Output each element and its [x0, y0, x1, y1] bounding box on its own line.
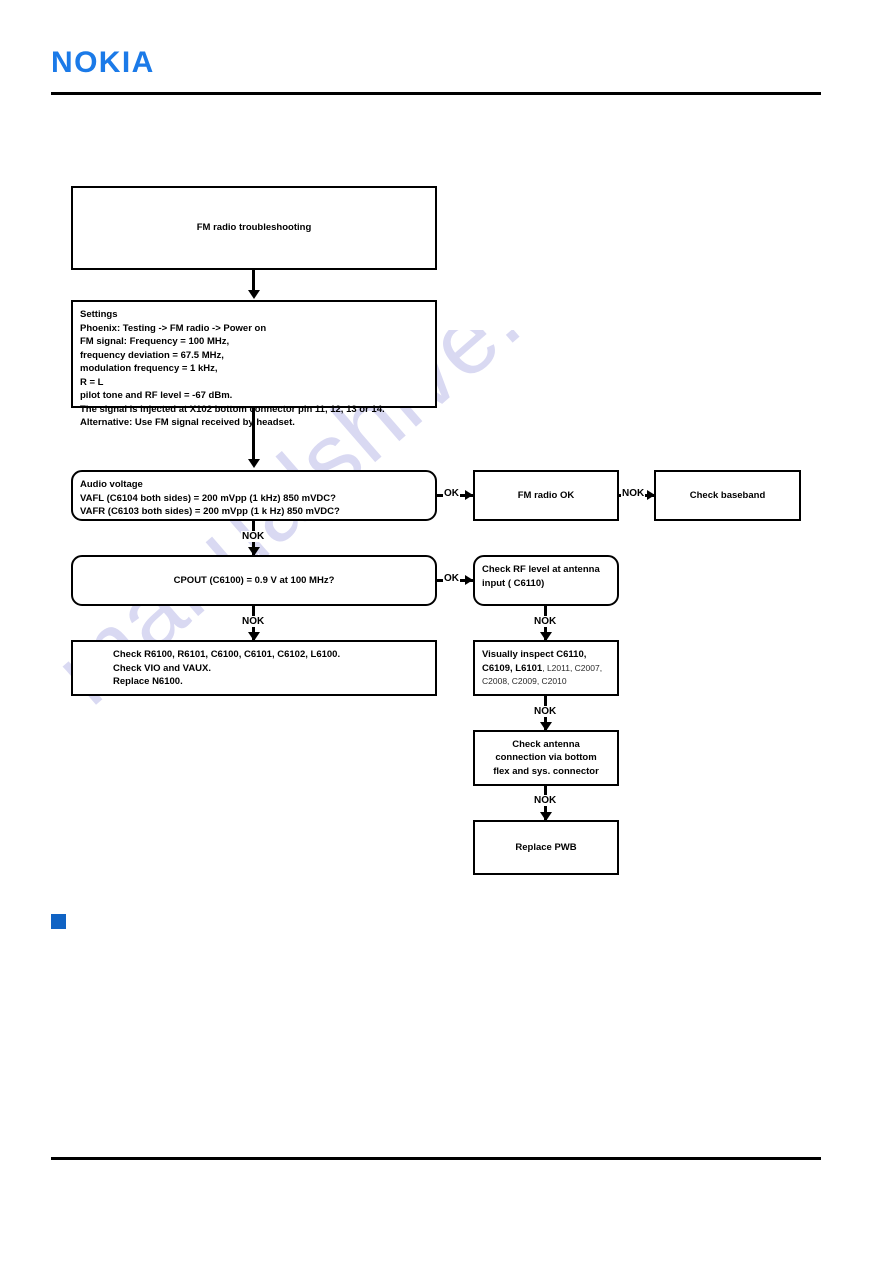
node-settings: Settings Phoenix: Testing -> FM radio ->…	[71, 300, 437, 428]
footer-rule	[51, 1157, 821, 1160]
edge-label-ok-audio: OK	[443, 488, 460, 499]
node-fm-radio-ok-label: FM radio OK	[517, 489, 575, 501]
check-components-line-2: Replace N6100.	[113, 676, 183, 687]
node-cpout-label: CPOUT (C6100) = 0.9 V at 100 MHz?	[173, 574, 335, 586]
edge-label-nok-antenna: NOK	[533, 795, 558, 806]
connector-start-to-settings	[252, 270, 255, 292]
settings-line-6: pilot tone and RF level = -67 dBm.	[80, 390, 233, 401]
settings-line-0: Settings	[80, 309, 118, 320]
check-rf-line-0: Check RF level at antenna	[482, 564, 600, 575]
check-antenna-line-0: Check antenna	[512, 738, 580, 750]
check-components-line-1: Check VIO and VAUX.	[113, 662, 212, 674]
arrow-cpout-to-rf	[465, 575, 473, 585]
arrow-settings-to-audio	[248, 459, 260, 468]
settings-line-3: frequency deviation = 67.5 MHz,	[80, 349, 224, 361]
edge-label-nok-cpout: NOK	[241, 616, 266, 627]
audio-voltage-line-1: VAFL (C6104 both sides) = 200 mVpp (1 kH…	[80, 492, 336, 504]
check-components-line-0: Check R6100, R6101, C6100, C6101, C6102,…	[113, 649, 341, 660]
visual-inspect-dim-last: C2008, C2009, C2010	[482, 676, 567, 686]
node-check-baseband: Check baseband	[654, 470, 801, 521]
header-rule	[51, 92, 821, 95]
check-antenna-line-1: connection via bottom	[495, 752, 597, 764]
node-check-rf-level: Check RF level at antenna input ( C6110)	[473, 555, 619, 606]
node-fm-radio-ok: FM radio OK	[473, 470, 619, 521]
node-visually-inspect: Visually inspect C6110, C6109, L6101, L2…	[473, 640, 619, 696]
audio-voltage-line-0: Audio voltage	[80, 479, 143, 490]
node-cpout: CPOUT (C6100) = 0.9 V at 100 MHz?	[71, 555, 437, 606]
arrow-start-to-settings	[248, 290, 260, 299]
edge-label-nok-visual: NOK	[533, 706, 558, 717]
page-marker-square	[51, 914, 66, 929]
fm-radio-troubleshooting-flowchart: FM radio troubleshooting Settings Phoeni…	[0, 0, 893, 1263]
settings-line-1: Phoenix: Testing -> FM radio -> Power on	[80, 322, 267, 334]
settings-line-5: R = L	[80, 376, 104, 388]
node-fm-radio-troubleshooting: FM radio troubleshooting	[71, 186, 437, 270]
visual-inspect-dim-tail: , L2011, C2007,	[542, 662, 603, 673]
edge-label-nok-fmok: NOK	[621, 488, 646, 499]
check-antenna-line-2: flex and sys. connector	[493, 765, 599, 777]
settings-line-4: modulation frequency = 1 kHz,	[80, 363, 218, 374]
edge-label-nok-audio: NOK	[241, 531, 266, 542]
node-check-components: Check R6100, R6101, C6100, C6101, C6102,…	[71, 640, 437, 696]
node-replace-pwb-label: Replace PWB	[515, 841, 577, 853]
edge-label-ok-cpout: OK	[443, 573, 460, 584]
visual-inspect-bold-second: C6109, L6101	[482, 662, 543, 674]
connector-settings-to-audio	[252, 408, 255, 460]
nokia-logo: NOKIA	[51, 46, 155, 79]
node-check-antenna-connection: Check antenna connection via bottom flex…	[473, 730, 619, 786]
settings-line-2: FM signal: Frequency = 100 MHz,	[80, 336, 230, 347]
check-rf-line-1: input ( C6110)	[482, 577, 545, 589]
node-check-baseband-label: Check baseband	[689, 489, 766, 501]
edge-label-nok-rf: NOK	[533, 616, 558, 627]
node-replace-pwb: Replace PWB	[473, 820, 619, 875]
arrow-audio-to-fmok	[465, 490, 473, 500]
node-start-label: FM radio troubleshooting	[196, 222, 312, 234]
visual-inspect-bold-lead: Visually inspect C6110,	[482, 649, 587, 660]
audio-voltage-line-2: VAFR (C6103 both sides) = 200 mVpp (1 k …	[80, 506, 340, 517]
document-page: manualshive.com NOKIA FM radio troublesh…	[0, 0, 893, 1263]
node-audio-voltage: Audio voltage VAFL (C6104 both sides) = …	[71, 470, 437, 521]
